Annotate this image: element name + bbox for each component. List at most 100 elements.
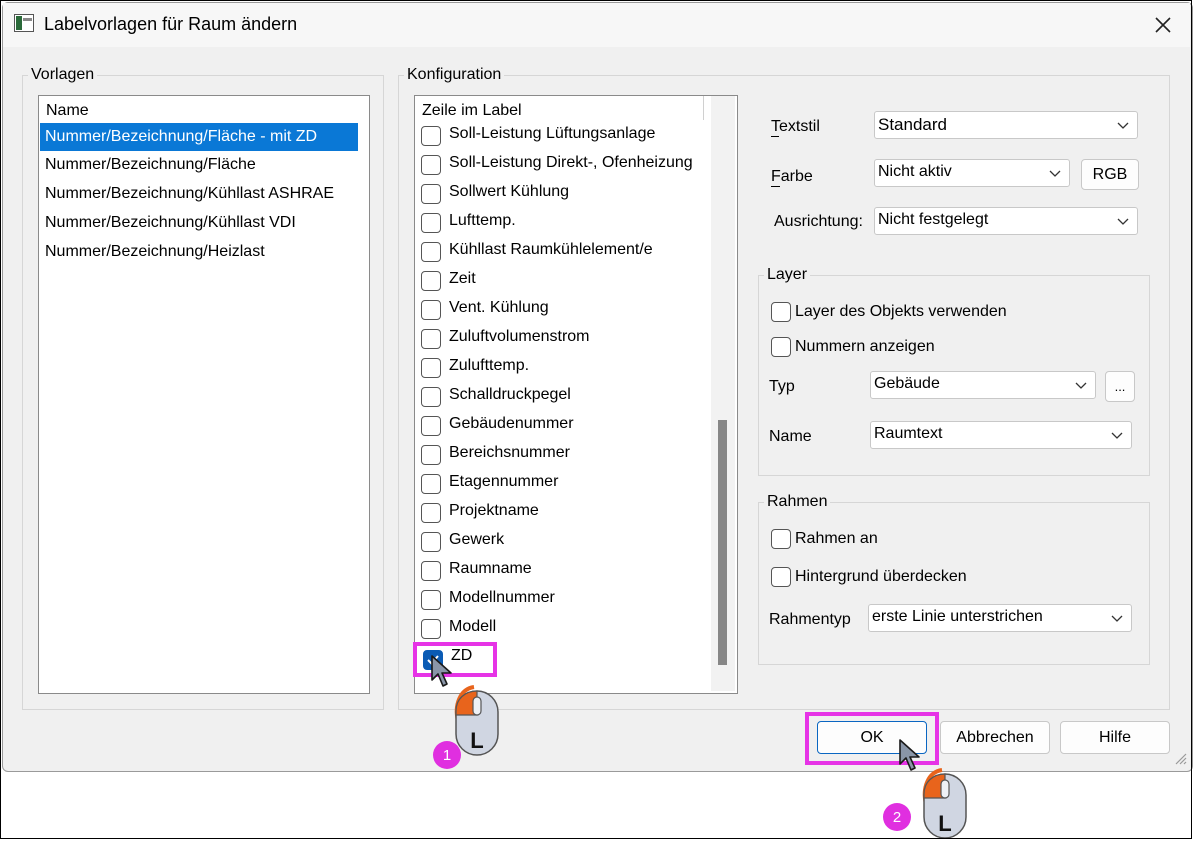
config-checkbox[interactable] [421, 503, 441, 523]
config-checkbox[interactable] [421, 358, 441, 378]
frame-on-label: Rahmen an [795, 530, 878, 547]
config-row-label: Gebäudenummer [449, 415, 574, 432]
farbe-label: Farbe [771, 168, 813, 185]
vorlagen-list-item[interactable]: Nummer/Bezeichnung/Fläche - mit ZD [40, 123, 358, 151]
rahmentyp-value: erste Linie unterstrichen [872, 608, 1043, 625]
app-icon [14, 14, 34, 32]
typ-label: Typ [769, 378, 795, 395]
scrollbar-thumb[interactable] [718, 420, 727, 665]
config-checkbox[interactable] [421, 213, 441, 233]
rgb-button[interactable]: RGB [1081, 159, 1139, 190]
name-value: Raumtext [874, 425, 943, 442]
config-checkbox[interactable] [421, 329, 441, 349]
config-row-label: Kühllast Raumkühlelement/e [449, 241, 653, 258]
config-checkbox[interactable] [421, 532, 441, 552]
config-row[interactable]: Gebäudenummer [419, 412, 709, 440]
close-button[interactable] [1140, 6, 1186, 44]
textstil-label: Textstil [771, 118, 820, 135]
frame-on-checkbox[interactable] [771, 529, 791, 549]
config-checkbox[interactable] [421, 387, 441, 407]
resize-grip-icon[interactable] [1172, 748, 1188, 766]
config-checkbox[interactable] [421, 416, 441, 436]
dialog-title: Labelvorlagen für Raum ändern [44, 14, 298, 34]
config-row[interactable]: Gewerk [419, 528, 709, 556]
mouse-button-letter: L [470, 728, 483, 753]
config-row[interactable]: Soll-Leistung Lüftungsanlage [419, 122, 709, 150]
config-row-label: Gewerk [449, 531, 505, 548]
config-row[interactable]: Sollwert Kühlung [419, 180, 709, 208]
show-numbers-checkbox[interactable] [771, 337, 791, 357]
chevron-down-icon [1111, 615, 1123, 622]
typ-value: Gebäude [874, 375, 940, 392]
vorlagen-list-item[interactable]: Nummer/Bezeichnung/Heizlast [40, 238, 358, 266]
config-checkbox[interactable] [421, 184, 441, 204]
config-row[interactable]: Zeit [419, 267, 709, 295]
cover-background-checkbox[interactable] [771, 567, 791, 587]
farbe-select[interactable]: Nicht aktiv [874, 159, 1070, 187]
vorlagen-list-item[interactable]: Nummer/Bezeichnung/Kühllast ASHRAE [40, 180, 358, 208]
config-checkbox[interactable] [421, 474, 441, 494]
ausrichtung-select[interactable]: Nicht festgelegt [874, 207, 1138, 235]
vorlagen-list[interactable]: Name Nummer/Bezeichnung/Fläche - mit ZD … [38, 95, 370, 694]
config-row[interactable]: Lufttemp. [419, 209, 709, 237]
config-checkbox[interactable] [421, 271, 441, 291]
config-checkbox[interactable] [421, 126, 441, 146]
close-icon [1155, 17, 1171, 33]
config-checkbox[interactable] [421, 300, 441, 320]
rahmentyp-select[interactable]: erste Linie unterstrichen [868, 604, 1132, 632]
column-divider [703, 96, 704, 120]
chevron-down-icon [1117, 122, 1129, 129]
config-row-label: Modellnummer [449, 589, 555, 606]
mouse-button-letter: L [938, 811, 951, 836]
config-row-label: Soll-Leistung Lüftungsanlage [449, 125, 656, 142]
cancel-button[interactable]: Abbrechen [940, 721, 1050, 754]
vorlagen-column-header: Name [46, 102, 89, 119]
chevron-down-icon [1117, 218, 1129, 225]
textstil-value: Standard [878, 115, 947, 134]
config-checkbox[interactable] [421, 155, 441, 175]
textstil-mnemonic-underline [771, 136, 779, 137]
config-row[interactable]: Projektname [419, 499, 709, 527]
config-row[interactable]: Bereichsnummer [419, 441, 709, 469]
config-row[interactable]: Modell [419, 615, 709, 643]
chevron-down-icon [1049, 170, 1061, 177]
textstil-select[interactable]: Standard [874, 111, 1138, 139]
chevron-down-icon [1111, 432, 1123, 439]
rahmen-group-label: Rahmen [767, 493, 828, 510]
config-row-label: Soll-Leistung Direkt-, Ofenheizung [449, 154, 693, 171]
config-row-label: Modell [449, 618, 497, 635]
layer-group-label: Layer [767, 266, 808, 283]
config-row-label: Zulufttemp. [449, 357, 530, 374]
vorlagen-list-item[interactable]: Nummer/Bezeichnung/Kühllast VDI [40, 209, 358, 237]
use-object-layer-checkbox[interactable] [771, 302, 791, 322]
config-checkbox[interactable] [421, 242, 441, 262]
config-checkbox[interactable] [421, 590, 441, 610]
config-checkbox[interactable] [421, 619, 441, 639]
vorlagen-list-item[interactable]: Nummer/Bezeichnung/Fläche [40, 151, 358, 179]
name-select[interactable]: Raumtext [870, 421, 1132, 449]
config-row[interactable]: Kühllast Raumkühlelement/e [419, 238, 709, 266]
farbe-value: Nicht aktiv [878, 163, 952, 180]
config-checkbox[interactable] [421, 445, 441, 465]
farbe-mnemonic-underline [771, 186, 780, 187]
config-row[interactable]: Soll-Leistung Direkt-, Ofenheizung [419, 151, 709, 179]
rahmentyp-label: Rahmentyp [769, 611, 851, 628]
config-row[interactable]: Raumname [419, 557, 709, 585]
typ-select[interactable]: Gebäude [870, 371, 1096, 399]
ausrichtung-label: Ausrichtung: [774, 213, 863, 230]
browse-button[interactable]: ... [1105, 371, 1135, 402]
config-row-label: Zeit [449, 270, 476, 287]
config-row-label: Schalldruckpegel [449, 386, 571, 403]
config-row[interactable]: Modellnummer [419, 586, 709, 614]
config-checkbox[interactable] [421, 561, 441, 581]
config-row[interactable]: Zulufttemp. [419, 354, 709, 382]
ausrichtung-value: Nicht festgelegt [878, 211, 989, 228]
step-badge-2: 2 [883, 803, 911, 831]
help-button[interactable]: Hilfe [1060, 721, 1170, 754]
config-row[interactable]: Zuluftvolumenstrom [419, 325, 709, 353]
config-row[interactable]: Vent. Kühlung [419, 296, 709, 324]
config-row[interactable]: Etagennummer [419, 470, 709, 498]
config-row[interactable]: Schalldruckpegel [419, 383, 709, 411]
konfiguration-list[interactable]: Zeile im Label Soll-Leistung Lüftungsanl… [414, 95, 738, 694]
konfiguration-column-header: Zeile im Label [422, 102, 522, 119]
